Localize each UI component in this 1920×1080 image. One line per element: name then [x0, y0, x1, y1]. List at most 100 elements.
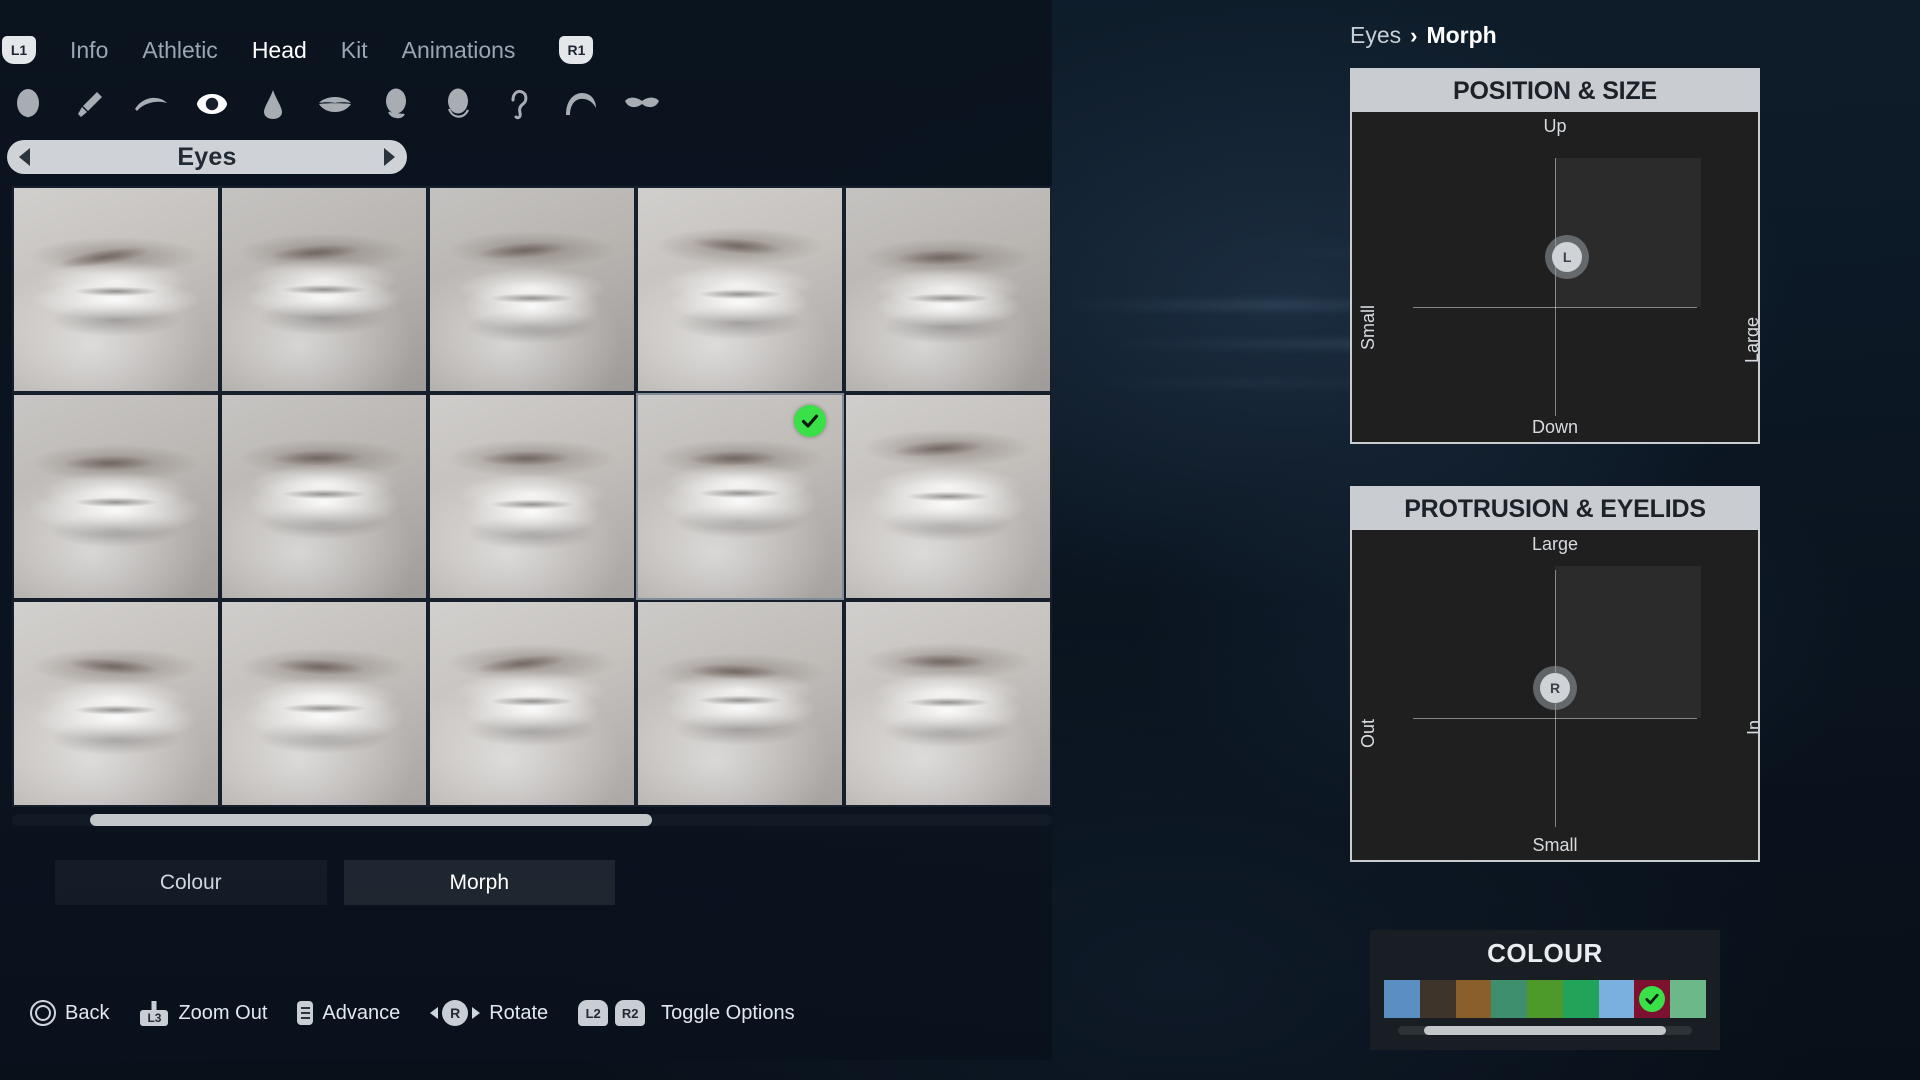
- tab-info[interactable]: Info: [70, 37, 108, 64]
- colour-swatch[interactable]: [1562, 980, 1599, 1018]
- colour-swatch[interactable]: [1527, 980, 1563, 1018]
- pad-label-out: Out: [1358, 718, 1378, 748]
- pad-axis-vertical: [1555, 158, 1556, 416]
- nose-icon[interactable]: [251, 82, 295, 126]
- eye-preview-crease: [846, 602, 1050, 805]
- hint-advance-label: Advance: [322, 1001, 401, 1024]
- breadcrumb: Eyes › Morph: [1350, 22, 1497, 49]
- colour-swatch[interactable]: [1491, 980, 1528, 1018]
- colour-swatch[interactable]: [1670, 980, 1707, 1018]
- breadcrumb-current: Morph: [1426, 22, 1497, 48]
- eyes-icon[interactable]: [190, 82, 234, 126]
- hint-zoom-out[interactable]: L3 Zoom Out: [139, 1000, 267, 1026]
- eye-preset-tile[interactable]: [12, 186, 220, 393]
- hint-rotate[interactable]: R Rotate: [430, 1000, 548, 1026]
- morph-knob-left-stick[interactable]: L: [1545, 235, 1590, 280]
- colour-scrollbar-thumb[interactable]: [1424, 1026, 1666, 1035]
- tab-colour[interactable]: Colour: [55, 860, 327, 905]
- jaw-icon[interactable]: [436, 82, 480, 126]
- eye-preview-crease: [846, 395, 1050, 598]
- mode-tab-group: Colour Morph: [55, 860, 615, 905]
- category-selector[interactable]: Eyes: [7, 140, 407, 174]
- eye-preset-tile[interactable]: [12, 600, 220, 807]
- l1-bumper-icon[interactable]: L1: [2, 36, 36, 64]
- pad-highlight-region: [1555, 158, 1702, 307]
- facial-hair-icon[interactable]: [620, 82, 664, 126]
- eye-preview-crease: [430, 395, 634, 598]
- eye-preview-crease: [222, 188, 426, 391]
- pad-label-large: Large: [1531, 534, 1579, 554]
- morph-pad-protrusion-eyelids[interactable]: Large Small Out In R: [1352, 530, 1758, 860]
- grid-scrollbar-thumb[interactable]: [90, 814, 652, 826]
- colour-panel-title: COLOUR: [1487, 937, 1603, 968]
- colour-panel: COLOUR: [1370, 930, 1720, 1050]
- pad-label-small: Small: [1358, 304, 1378, 350]
- options-button-icon: [297, 1001, 314, 1025]
- eye-preset-tile[interactable]: [844, 393, 1052, 600]
- eye-preset-tile[interactable]: [428, 600, 636, 807]
- morph-panel-position-size: POSITION & SIZE Up Down Small Large L: [1350, 68, 1760, 444]
- eye-preset-grid: [12, 186, 1052, 807]
- tab-animations[interactable]: Animations: [402, 37, 516, 64]
- eye-preset-tile[interactable]: [636, 393, 844, 600]
- r1-bumper-icon[interactable]: R1: [559, 36, 594, 64]
- colour-scrollbar[interactable]: [1398, 1026, 1692, 1035]
- pad-label-large: Large: [1742, 316, 1758, 363]
- hint-toggle-options[interactable]: L2 R2 Toggle Options: [578, 1000, 795, 1026]
- morph-panel-protrusion-eyelids: PROTRUSION & EYELIDS Large Small Out In …: [1350, 486, 1760, 862]
- breadcrumb-parent[interactable]: Eyes: [1350, 22, 1401, 49]
- eye-preset-tile[interactable]: [220, 600, 428, 807]
- colour-swatch[interactable]: [1598, 980, 1635, 1018]
- eye-preset-tile[interactable]: [12, 393, 220, 600]
- eye-preset-tile[interactable]: [844, 186, 1052, 393]
- r2-trigger-icon: R2: [615, 1000, 646, 1026]
- eye-preview-crease: [638, 602, 842, 805]
- chevron-right-icon: ›: [1410, 22, 1418, 48]
- pad-label-down: Down: [1531, 417, 1579, 437]
- eye-preset-tile[interactable]: [636, 186, 844, 393]
- colour-swatch[interactable]: [1634, 980, 1671, 1018]
- eye-preset-tile[interactable]: [844, 600, 1052, 807]
- tab-head[interactable]: Head: [252, 37, 307, 64]
- eye-preview-crease: [846, 188, 1050, 391]
- morph-panel-title: PROTRUSION & EYELIDS: [1404, 494, 1706, 523]
- selected-check-icon: [794, 405, 826, 437]
- hint-back[interactable]: Back: [30, 1000, 109, 1026]
- eye-preview-crease: [222, 395, 426, 598]
- pad-label-up: Up: [1543, 116, 1567, 136]
- hint-advance[interactable]: Advance: [297, 1001, 400, 1025]
- grid-scrollbar[interactable]: [12, 814, 1052, 826]
- hint-zoom-out-label: Zoom Out: [178, 1001, 268, 1024]
- tab-kit[interactable]: Kit: [341, 37, 368, 64]
- pad-label-small: Small: [1532, 835, 1578, 855]
- hint-rotate-label: Rotate: [489, 1001, 549, 1024]
- eye-preset-tile[interactable]: [636, 600, 844, 807]
- mouth-icon[interactable]: [313, 82, 357, 126]
- colour-swatch[interactable]: [1419, 980, 1456, 1018]
- tab-morph[interactable]: Morph: [343, 860, 615, 905]
- hair-icon[interactable]: [559, 82, 603, 126]
- eyebrows-icon[interactable]: [129, 82, 173, 126]
- chevron-right-icon[interactable]: [384, 148, 395, 166]
- colour-swatch-row: [1384, 980, 1707, 1018]
- right-stick-icon: R: [430, 1000, 481, 1026]
- button-hint-bar: Back L3 Zoom Out Advance R Rotate L2 R2 …: [30, 994, 825, 1032]
- eye-preset-tile[interactable]: [428, 186, 636, 393]
- morph-knob-label: L: [1552, 242, 1583, 273]
- morph-pad-position-size[interactable]: Up Down Small Large L: [1352, 112, 1758, 442]
- selected-check-icon: [1639, 986, 1666, 1012]
- eye-preview-crease: [14, 395, 218, 598]
- morph-knob-right-stick[interactable]: R: [1533, 666, 1577, 711]
- tab-athletic[interactable]: Athletic: [142, 37, 217, 64]
- eye-preset-tile[interactable]: [220, 393, 428, 600]
- hint-toggle-options-label: Toggle Options: [661, 1001, 795, 1024]
- skin-tone-icon[interactable]: [68, 82, 112, 126]
- ear-icon[interactable]: [497, 82, 541, 126]
- chevron-left-icon[interactable]: [19, 148, 30, 166]
- eye-preset-tile[interactable]: [428, 393, 636, 600]
- colour-swatch[interactable]: [1384, 980, 1420, 1018]
- colour-swatch[interactable]: [1455, 980, 1492, 1018]
- chin-icon[interactable]: [374, 82, 418, 126]
- eye-preset-tile[interactable]: [220, 186, 428, 393]
- head-shape-icon[interactable]: [6, 82, 50, 126]
